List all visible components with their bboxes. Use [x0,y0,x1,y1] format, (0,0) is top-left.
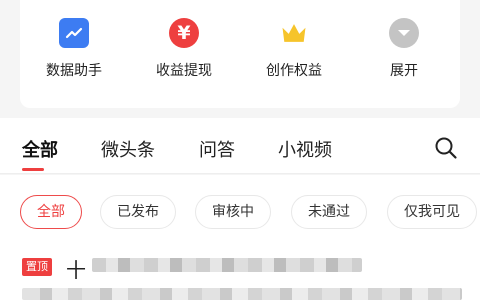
tool-label: 收益提现 [156,63,212,79]
article-title-visible: 十 [66,258,86,282]
filter-published-chip[interactable]: 已发布 [100,195,176,229]
tab-qa[interactable]: 问答 [199,136,235,162]
tool-label: 数据助手 [46,63,102,79]
withdraw-earnings-tool[interactable]: ¥ 收益提现 [139,18,229,80]
article-list: 置顶 十 [0,250,480,300]
expand-tool[interactable]: 展开 [359,18,449,80]
active-tab-indicator [22,168,44,171]
quick-tools-card: 数据助手 ¥ 收益提现 创作权益 展开 [20,0,460,108]
page: 数据助手 ¥ 收益提现 创作权益 展开 全部 微头条 问答 小视频 全部 已发布… [0,0,480,300]
search-icon[interactable] [434,136,458,160]
content-tabs: 全部 微头条 问答 小视频 [0,118,480,174]
chevron-down-icon [389,18,419,48]
blurred-title [22,288,462,300]
filter-reviewing-chip[interactable]: 审核中 [195,195,271,229]
data-assistant-tool[interactable]: 数据助手 [29,18,119,80]
blurred-title [92,258,362,272]
trend-chart-icon [59,18,89,48]
tab-micro-posts[interactable]: 微头条 [101,136,155,162]
filter-private-chip[interactable]: 仅我可见 [387,195,477,229]
tab-short-videos[interactable]: 小视频 [278,136,332,162]
filter-all-chip[interactable]: 全部 [20,195,82,229]
creator-rights-tool[interactable]: 创作权益 [249,18,339,80]
tool-label: 创作权益 [266,63,322,79]
yen-icon: ¥ [169,18,199,48]
tool-label: 展开 [390,63,418,79]
pinned-badge: 置顶 [22,258,52,276]
filter-rejected-chip[interactable]: 未通过 [291,195,367,229]
status-filter-bar: 全部 已发布 审核中 未通过 仅我可见 [0,175,480,250]
crown-icon [279,18,309,48]
tab-all[interactable]: 全部 [22,136,58,162]
